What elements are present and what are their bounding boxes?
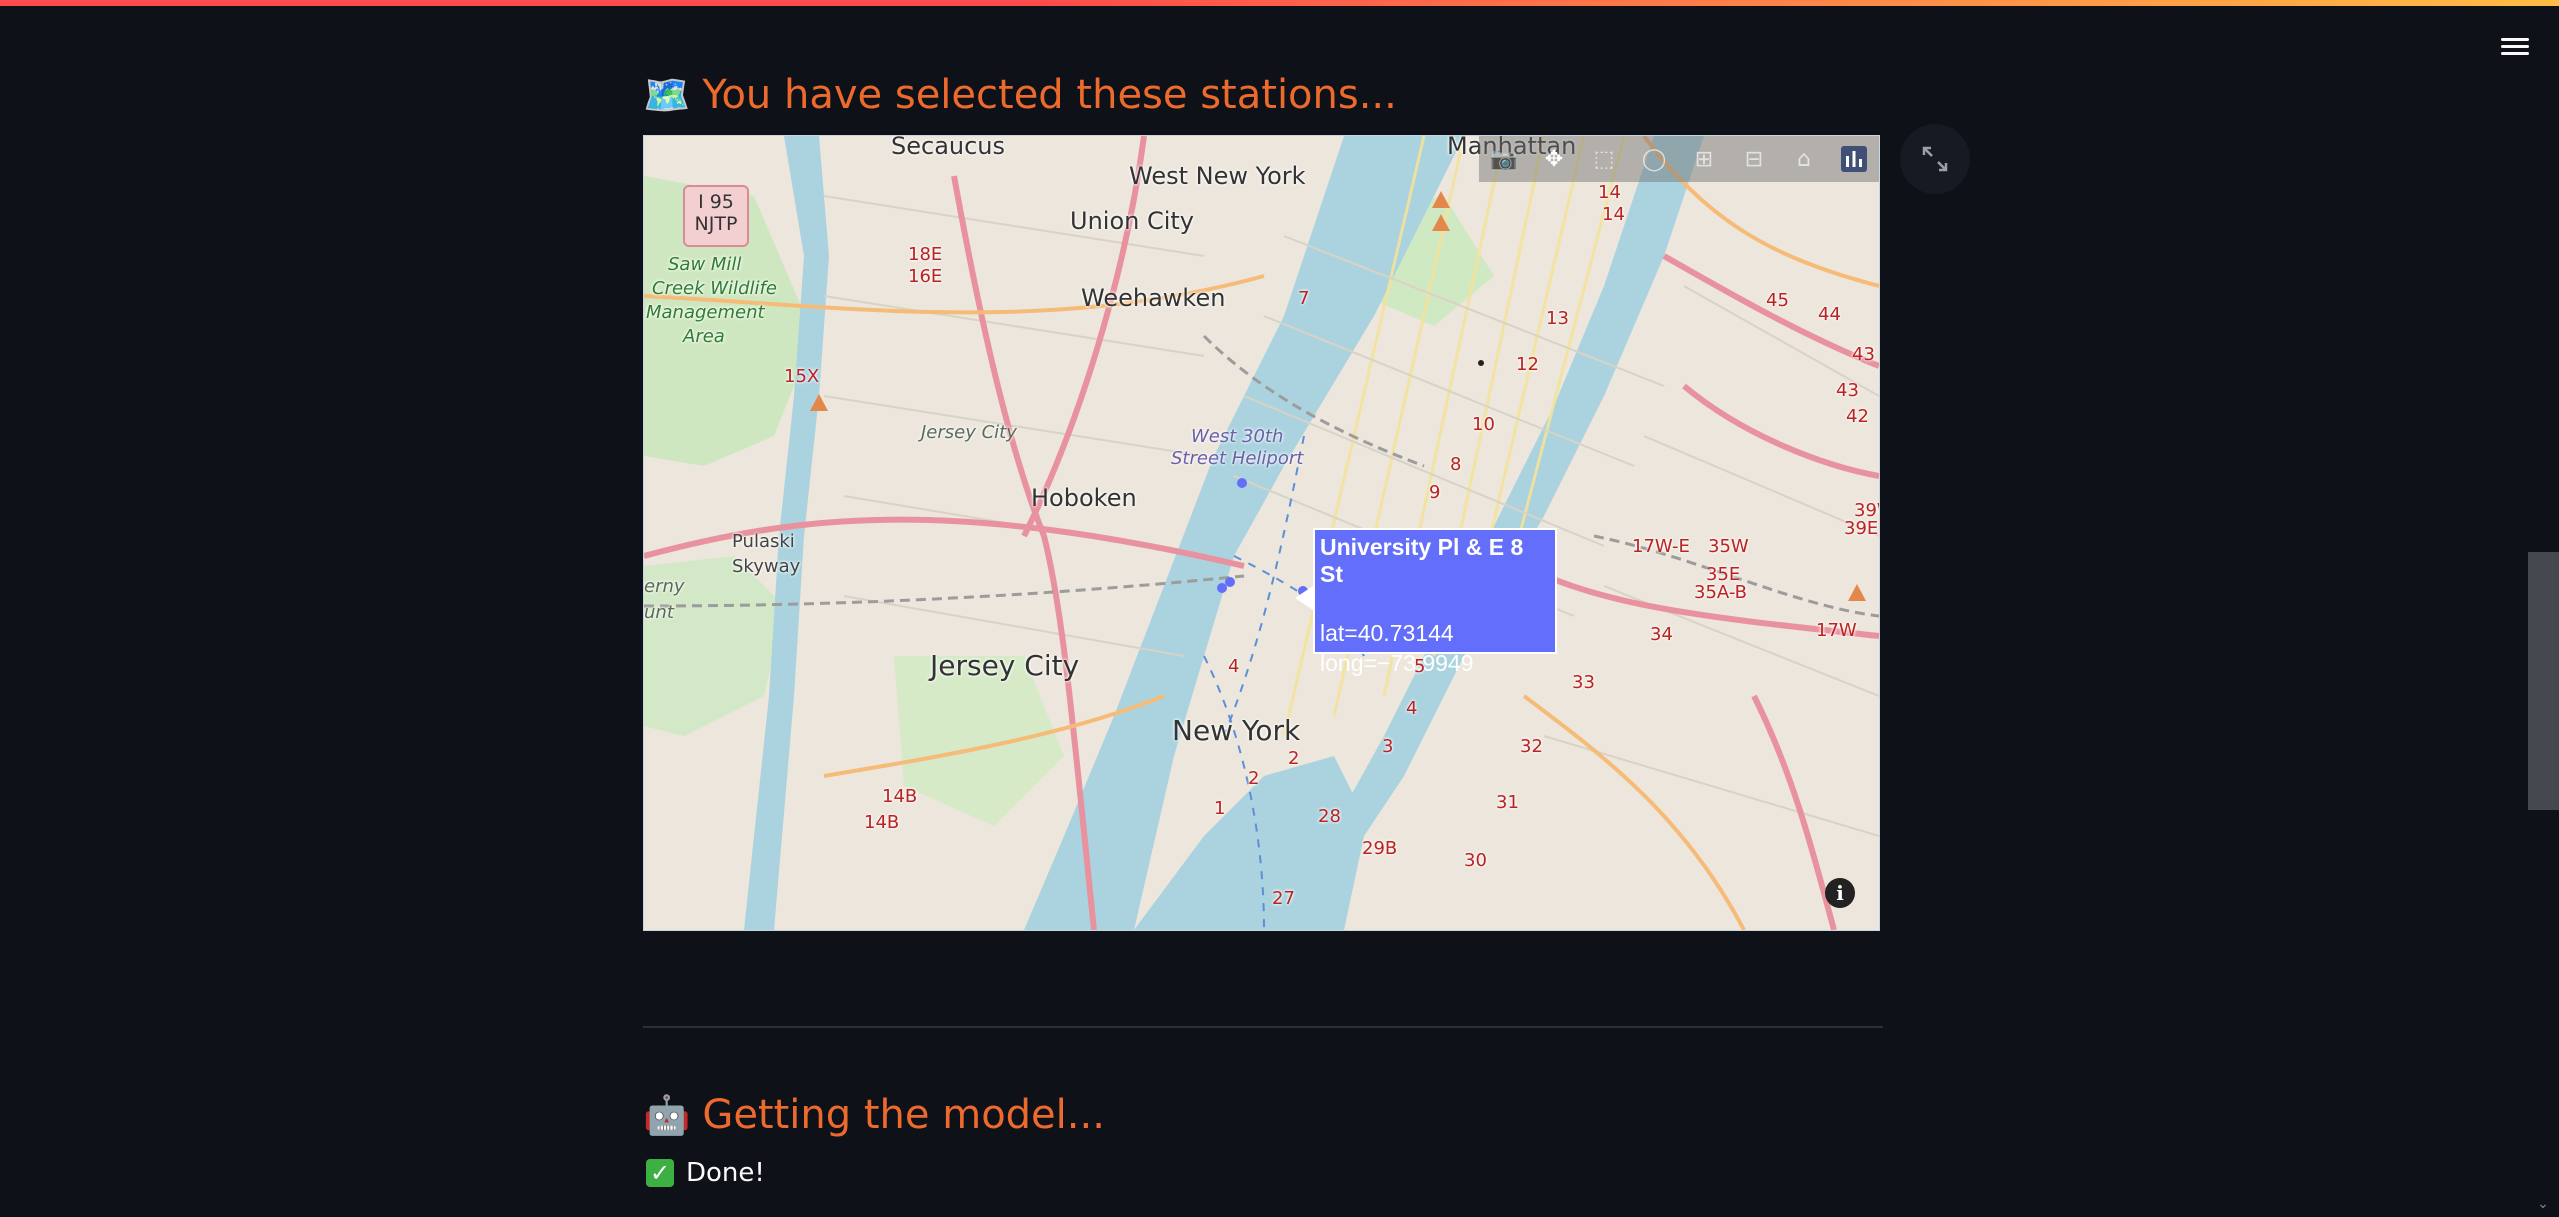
- stations-heading-text: You have selected these stations...: [702, 72, 1397, 118]
- map-label-exit-16e: 16E: [908, 266, 943, 287]
- plotly-logo-icon[interactable]: [1839, 144, 1869, 174]
- tooltip-long: long=−73.9949: [1320, 650, 1474, 676]
- map-label-7: 7: [1298, 288, 1310, 309]
- map-label-43a: 43: [1836, 380, 1859, 401]
- station-marker: [1217, 583, 1227, 593]
- map-label-hoboken: Hoboken: [1031, 484, 1137, 512]
- map-label-management: Management: [646, 302, 765, 323]
- scroll-down-icon[interactable]: ⌄: [2528, 1196, 2558, 1216]
- pan-icon[interactable]: ✥: [1539, 144, 1569, 174]
- map-label-weehawken: Weehawken: [1081, 284, 1226, 312]
- map-label-29b: 29B: [1362, 838, 1398, 859]
- map-label-39e: 39E: [1844, 518, 1879, 539]
- map-label-9: 9: [1429, 482, 1441, 503]
- zoom-out-icon[interactable]: ⊟: [1739, 144, 1769, 174]
- map-label-exit-15x: 15X: [784, 366, 820, 387]
- stations-heading: 🗺️ You have selected these stations...: [643, 72, 1397, 118]
- map-label-2b: 2: [1248, 768, 1260, 789]
- map-label-34: 34: [1650, 624, 1673, 645]
- map-label-35w: 35W: [1708, 536, 1749, 557]
- map-label-43b: 43: [1852, 344, 1875, 365]
- map-label-street-heliport: Street Heliport: [1171, 448, 1304, 469]
- tooltip-lat: lat=40.73144: [1320, 620, 1454, 646]
- map-label-44: 44: [1818, 304, 1841, 325]
- home-icon[interactable]: ⌂: [1789, 144, 1819, 174]
- map-label-west-new-york: West New York: [1129, 162, 1306, 190]
- map-label-west-30th: West 30th: [1191, 426, 1284, 447]
- map-label-3: 3: [1382, 736, 1394, 757]
- model-heading: 🤖 Getting the model...: [643, 1092, 1105, 1138]
- map-label-45: 45: [1766, 290, 1789, 311]
- map-label-skyway: Skyway: [732, 556, 801, 577]
- tooltip-pointer: [1295, 586, 1313, 610]
- map-label-27: 27: [1272, 888, 1295, 909]
- map-label-unt: unt: [644, 602, 674, 623]
- page-scrollbar[interactable]: [2528, 552, 2559, 810]
- map-label-13: 13: [1546, 308, 1569, 329]
- map-label-10: 10: [1472, 414, 1495, 435]
- map-label-exit-14b: 14B: [882, 786, 918, 807]
- map-label-jersey-city: Jersey City: [930, 649, 1080, 682]
- map-label-33: 33: [1572, 672, 1595, 693]
- tooltip-title: University Pl & E 8 St: [1320, 534, 1524, 587]
- map-label-secaucus: Secaucus: [891, 135, 1006, 160]
- map-label-creek-wildlife: Creek Wildlife: [652, 278, 777, 299]
- map-label-2a: 2: [1288, 748, 1300, 769]
- robot-icon: 🤖: [643, 1093, 691, 1137]
- map-label-32: 32: [1520, 736, 1543, 757]
- map-label-14a: 14: [1598, 182, 1621, 203]
- map-label-saw-mill: Saw Mill: [668, 254, 742, 275]
- station-marker: [1237, 478, 1247, 488]
- map-label-1: 1: [1214, 798, 1226, 819]
- plotly-modebar: 📷 ✥ ⬚ ◯ ⊞ ⊟ ⌂: [1479, 136, 1879, 182]
- map-label-14b: 14: [1602, 204, 1625, 225]
- fullscreen-icon[interactable]: [1900, 124, 1970, 194]
- map-label-31: 31: [1496, 792, 1519, 813]
- map-label-8: 8: [1450, 454, 1462, 475]
- camera-icon[interactable]: 📷: [1489, 144, 1519, 174]
- lasso-icon[interactable]: ◯: [1639, 144, 1669, 174]
- status-text: Done!: [686, 1158, 765, 1188]
- station-map[interactable]: I 95 NJTP Secaucus West New York Union C…: [643, 135, 1880, 931]
- map-label-12: 12: [1516, 354, 1539, 375]
- map-label-17w: 17W: [1816, 620, 1857, 641]
- map-label-area: Area: [683, 326, 725, 347]
- map-label-erny: erny: [644, 576, 685, 597]
- map-label-42: 42: [1846, 406, 1869, 427]
- zoom-in-icon[interactable]: ⊞: [1689, 144, 1719, 174]
- map-label-30: 30: [1464, 850, 1487, 871]
- map-label-17w-e: 17W-E: [1632, 536, 1690, 557]
- section-divider: [643, 1026, 1883, 1028]
- map-label-4b: 4: [1406, 698, 1418, 719]
- box-select-icon[interactable]: ⬚: [1589, 144, 1619, 174]
- info-icon[interactable]: i: [1825, 878, 1855, 908]
- map-label-4a: 4: [1228, 656, 1240, 677]
- model-heading-text: Getting the model...: [702, 1092, 1105, 1138]
- map-label-pulaski: Pulaski: [732, 531, 795, 552]
- map-label-exit-18e: 18E: [908, 244, 943, 265]
- map-label-exit-14b-2: 14B: [864, 812, 900, 833]
- map-label-35a-b: 35A-B: [1694, 582, 1748, 603]
- header-decoration-bar: [0, 0, 2559, 6]
- map-label-jersey-city-small: Jersey City: [921, 422, 1017, 443]
- world-map-icon: 🗺️: [643, 73, 691, 117]
- map-label-28: 28: [1318, 806, 1341, 827]
- hamburger-menu-icon[interactable]: [2498, 34, 2532, 60]
- map-label-union-city: Union City: [1070, 207, 1195, 235]
- check-icon: ✓: [646, 1159, 674, 1187]
- status-message: ✓ Done!: [646, 1158, 765, 1188]
- map-tiles: [644, 136, 1879, 930]
- i95-njtp-shield: I 95 NJTP: [683, 185, 749, 247]
- station-tooltip: University Pl & E 8 St lat=40.73144 long…: [1313, 528, 1557, 676]
- map-label-new-york: New York: [1172, 714, 1301, 747]
- station-marker: [1225, 577, 1235, 587]
